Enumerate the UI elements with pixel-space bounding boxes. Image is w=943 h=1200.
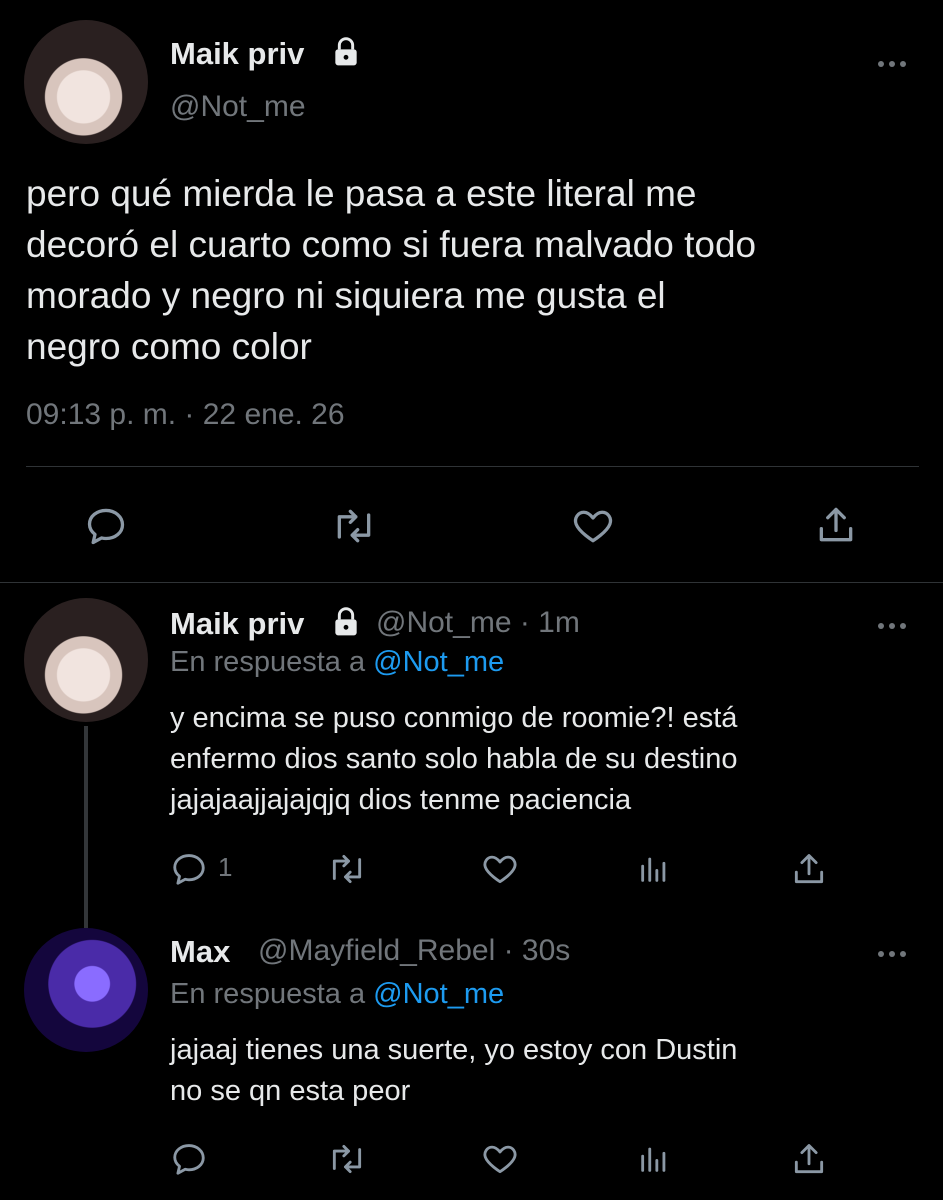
more-icon[interactable]: [876, 946, 908, 957]
display-name[interactable]: Maik priv: [170, 36, 304, 72]
thread-line: [84, 726, 88, 928]
reply-count: 1: [218, 852, 233, 882]
reply-icon[interactable]: [170, 1140, 208, 1178]
analytics-icon[interactable]: [636, 852, 672, 886]
retweet-icon[interactable]: [330, 504, 378, 548]
share-icon[interactable]: [790, 850, 828, 888]
like-icon[interactable]: [570, 504, 616, 548]
share-icon[interactable]: [790, 1140, 828, 1178]
lock-icon: [330, 36, 362, 68]
retweet-icon[interactable]: [326, 1140, 368, 1178]
retweet-icon[interactable]: [326, 850, 368, 888]
tweet-text: jajaaj tienes una suerte, yo estoy con D…: [170, 1034, 738, 1107]
tweet-text: pero qué mierda le pasa a este literal m…: [26, 173, 757, 367]
handle-time[interactable]: @Not_me · 1m: [376, 606, 580, 640]
like-icon[interactable]: [480, 850, 520, 888]
mention-link[interactable]: @Not_me: [373, 646, 504, 678]
display-name[interactable]: Max: [170, 934, 230, 970]
tweet-text: y encima se puso conmigo de roomie?! est…: [170, 702, 738, 816]
analytics-icon[interactable]: [636, 1142, 672, 1176]
lock-icon: [330, 606, 362, 638]
reply-icon[interactable]: [84, 504, 128, 548]
reply-icon[interactable]: [170, 850, 208, 888]
avatar[interactable]: [24, 598, 148, 722]
handle-time[interactable]: @Mayfield_Rebel · 30s: [258, 934, 570, 968]
reply-context: En respuesta a @Not_me: [170, 978, 505, 1010]
timestamp[interactable]: 09:13 p. m. · 22 ene. 26: [26, 398, 345, 432]
handle[interactable]: @Not_me: [170, 90, 306, 124]
share-icon[interactable]: [814, 502, 858, 548]
reply-context: En respuesta a @Not_me: [170, 646, 505, 678]
section-divider: [0, 582, 943, 583]
like-icon[interactable]: [480, 1140, 520, 1178]
more-icon[interactable]: [876, 618, 908, 629]
avatar[interactable]: [24, 20, 148, 144]
divider: [26, 466, 919, 467]
avatar[interactable]: [24, 928, 148, 1052]
mention-link[interactable]: @Not_me: [373, 978, 504, 1010]
more-icon[interactable]: [876, 56, 908, 67]
display-name[interactable]: Maik priv: [170, 606, 304, 642]
